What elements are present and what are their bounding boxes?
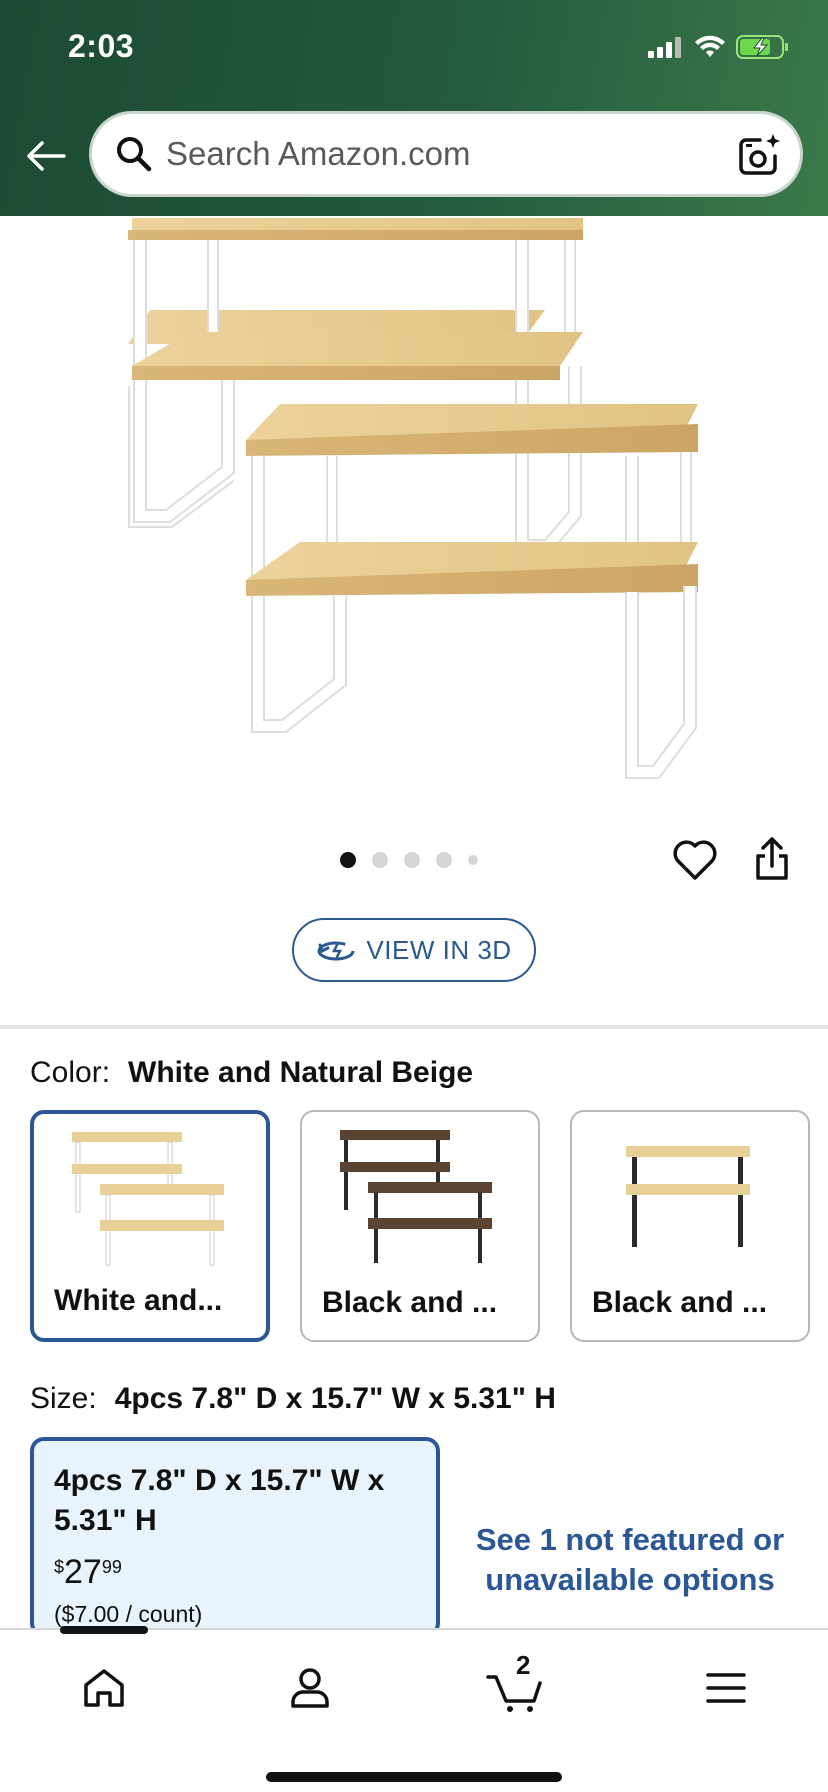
carousel-dot[interactable]	[436, 852, 452, 868]
tab-home[interactable]	[74, 1658, 134, 1718]
active-tab-indicator	[60, 1626, 148, 1634]
color-thumbnail	[72, 1132, 224, 1266]
carousel-dot[interactable]	[404, 852, 420, 868]
share-icon	[756, 837, 788, 880]
color-heading: Color: White and Natural Beige	[30, 1056, 473, 1090]
battery-icon	[736, 35, 788, 59]
color-option-black-natural[interactable]: Black and ...	[570, 1110, 810, 1342]
person-icon	[291, 1668, 329, 1708]
size-heading: Size: 4pcs 7.8" D x 15.7" W x 5.31" H	[30, 1382, 556, 1416]
size-selected-value: 4pcs 7.8" D x 15.7" W x 5.31" H	[114, 1382, 556, 1415]
size-label: Size:	[30, 1382, 97, 1415]
home-icon	[84, 1669, 124, 1707]
color-selected-value: White and Natural Beige	[128, 1056, 474, 1089]
carousel-dot[interactable]	[340, 852, 356, 868]
home-indicator	[266, 1772, 562, 1782]
carousel-dot[interactable]	[468, 855, 478, 865]
share-button[interactable]	[752, 836, 802, 886]
color-option-label: Black and ...	[322, 1286, 498, 1319]
product-image[interactable]	[0, 216, 828, 806]
search-icon	[117, 137, 152, 172]
color-option-black-rustic[interactable]: Black and ...	[300, 1110, 540, 1342]
price-whole: 27	[64, 1553, 102, 1591]
rotate-3d-icon	[317, 941, 355, 961]
color-option-label: White and...	[54, 1284, 223, 1317]
section-divider	[0, 1025, 828, 1029]
color-option-label: Black and ...	[592, 1286, 768, 1319]
app-header: 2:03	[0, 0, 828, 216]
view-in-3d-label: VIEW IN 3D	[366, 934, 512, 965]
status-icons	[648, 34, 790, 60]
view-in-3d-button[interactable]: VIEW IN 3D	[292, 918, 536, 982]
color-thumbnail	[340, 1130, 492, 1263]
size-option-selected[interactable]: 4pcs 7.8" D x 15.7" W x 5.31" H $ 27 99 …	[30, 1437, 440, 1637]
tab-account[interactable]	[280, 1658, 340, 1718]
tab-menu[interactable]	[696, 1658, 756, 1718]
bottom-tab-bar: 2	[0, 1626, 828, 1792]
size-option-name: 4pcs 7.8" D x 15.7" W x 5.31" H	[54, 1464, 385, 1537]
product-photo	[128, 218, 698, 779]
wifi-icon	[695, 35, 725, 57]
camera-search-icon[interactable]	[736, 132, 782, 178]
carousel-dot[interactable]	[372, 852, 388, 868]
add-to-wishlist-button[interactable]	[672, 838, 722, 888]
heart-icon	[673, 840, 717, 880]
back-button[interactable]	[22, 132, 70, 180]
see-unavailable-options-link[interactable]: See 1 not featured or unavailable option…	[470, 1520, 790, 1600]
unit-price: ($7.00 / count)	[54, 1601, 203, 1627]
hamburger-menu-icon	[706, 1673, 746, 1703]
signal-icon	[648, 37, 681, 58]
search-input[interactable]	[166, 130, 686, 178]
color-label: Color:	[30, 1056, 111, 1089]
color-option-white-natural[interactable]: White and...	[30, 1110, 270, 1342]
arrow-left-icon	[27, 141, 66, 171]
status-time: 2:03	[68, 28, 135, 64]
tab-cart[interactable]: 2	[486, 1650, 546, 1718]
carousel-dots[interactable]	[340, 852, 478, 868]
size-option-price: $ 27 99	[54, 1553, 122, 1591]
color-thumbnail	[626, 1146, 750, 1247]
cart-count-badge: 2	[516, 1650, 531, 1680]
price-fraction: 99	[101, 1557, 122, 1577]
price-symbol: $	[54, 1557, 65, 1577]
search-bar[interactable]	[89, 111, 803, 197]
